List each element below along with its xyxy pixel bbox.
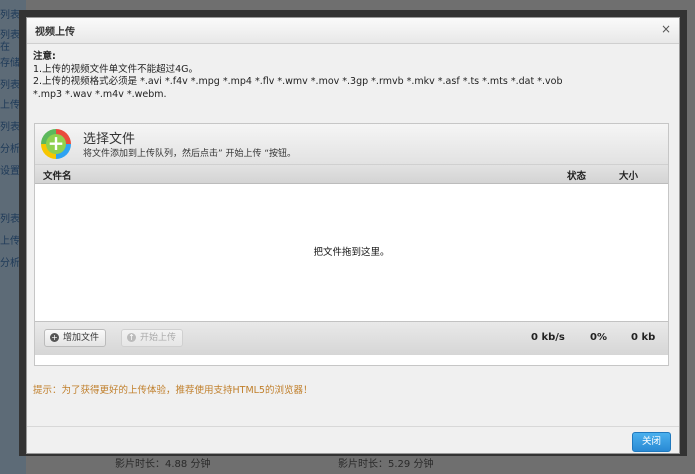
dialog-footer: 关闭 <box>27 426 679 453</box>
file-table-header: 文件名 状态 大小 <box>35 165 668 184</box>
note-formats: 2.上传的视频格式必须是 *.avi *.f4v *.mpg *.mp4 *.f… <box>33 76 563 87</box>
start-upload-label: 开始上传 <box>140 333 177 343</box>
upload-percent: 0% <box>590 332 607 343</box>
bg-label: 分析 <box>0 258 20 269</box>
add-files-button[interactable]: + 增加文件 <box>44 329 107 347</box>
select-files-title: 选择文件 <box>83 132 136 147</box>
upload-total-size: 0 kb <box>631 332 656 343</box>
file-drop-zone[interactable]: 把文件拖到这里。 <box>35 184 668 321</box>
bg-duration-right: 影片时长：5.29 分钟 <box>338 459 434 470</box>
note-size-limit: 1.上传的视频文件单文件不能超过4G。 <box>33 63 198 75</box>
bg-label: 列表 <box>0 80 20 91</box>
dialog-title: 视频上传 <box>35 27 75 38</box>
uploader-header: 选择文件 将文件添加到上传队列，然后点击” 开始上传 “按钮。 <box>35 124 668 165</box>
uploader-panel: 选择文件 将文件添加到上传队列，然后点击” 开始上传 “按钮。 文件名 状态 大… <box>34 123 669 366</box>
column-size: 大小 <box>619 171 639 182</box>
dialog-body: 视频上传 × 注意: 1.上传的视频文件单文件不能超过4G。 2.上传的视频格式… <box>26 17 680 454</box>
bg-label: 设置 <box>0 166 20 177</box>
bg-label: 列表 <box>0 10 20 21</box>
upload-circle-icon: ↑ <box>127 333 136 342</box>
upload-notes: 注意: 1.上传的视频文件单文件不能超过4G。 2.上传的视频格式必须是 *.a… <box>33 51 673 101</box>
add-file-icon[interactable] <box>41 129 71 159</box>
start-upload-button[interactable]: ↑ 开始上传 <box>121 329 184 347</box>
bg-duration-left: 影片时长：4.88 分钟 <box>115 459 211 470</box>
note-formats-cont: *.mp3 *.wav *.m4v *.webm. <box>33 88 167 100</box>
column-filename: 文件名 <box>43 171 72 182</box>
bg-label: 分析 <box>0 144 20 155</box>
plus-circle-icon: + <box>50 333 59 342</box>
bg-label: 上传 <box>0 236 20 247</box>
bg-label: 存储 <box>0 58 20 69</box>
uploader-footer: + 增加文件 ↑ 开始上传 0 kb/s 0% 0 kb <box>35 321 668 355</box>
select-files-hint: 将文件添加到上传队列，然后点击” 开始上传 “按钮。 <box>83 149 297 159</box>
add-files-label: 增加文件 <box>63 333 100 343</box>
upload-speed: 0 kb/s <box>531 332 565 343</box>
notes-heading: 注意: <box>33 51 56 62</box>
close-icon[interactable]: × <box>661 22 671 36</box>
drop-hint: 把文件拖到这里。 <box>313 247 390 258</box>
upload-dialog: 视频上传 × 注意: 1.上传的视频文件单文件不能超过4G。 2.上传的视频格式… <box>19 10 687 456</box>
browser-tip: 提示：为了获得更好的上传体验，推荐使用支持HTML5的浏览器！ <box>33 385 313 396</box>
dialog-titlebar[interactable]: 视频上传 × <box>27 18 679 44</box>
column-status: 状态 <box>567 171 587 182</box>
bg-label: 上传 <box>0 100 20 111</box>
close-button[interactable]: 关闭 <box>631 432 671 452</box>
bg-label: 列表 <box>0 122 20 133</box>
bg-label: 列表 <box>0 214 20 225</box>
